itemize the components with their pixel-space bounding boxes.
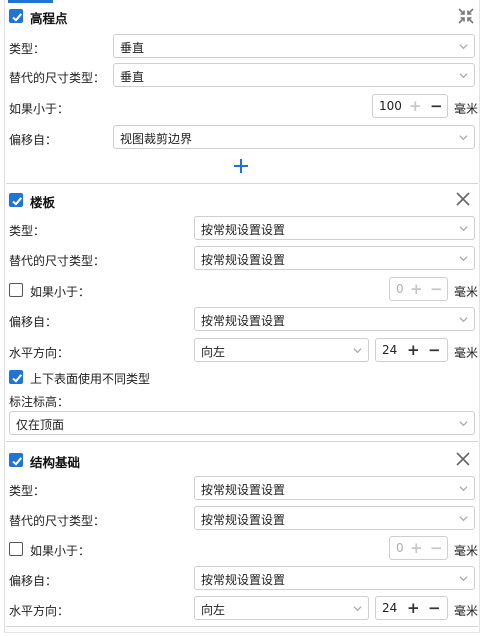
annotate-elevation-label: 标注标高： xyxy=(9,395,70,409)
type-label: 类型： xyxy=(9,42,46,56)
if-less-than-value[interactable]: 0 xyxy=(396,541,404,555)
section-foundation-checkbox[interactable] xyxy=(9,453,23,467)
alt-dimension-type-select[interactable]: 垂直 xyxy=(113,63,475,87)
offset-from-value: 视图裁剪边界 xyxy=(120,132,193,146)
unit-label: 毫米 xyxy=(454,102,479,116)
offset-from-label: 偏移自： xyxy=(9,133,58,147)
chevron-down-icon xyxy=(459,226,468,232)
type-label: 类型： xyxy=(9,224,46,238)
unit-label: 毫米 xyxy=(454,346,479,360)
section-floor-checkbox[interactable] xyxy=(9,193,23,207)
type-select[interactable]: 按常规设置设置 xyxy=(194,476,475,500)
if-less-than-stepper[interactable]: 100 + − xyxy=(372,94,448,118)
chevron-down-icon xyxy=(459,576,468,582)
if-less-than-checkbox[interactable] xyxy=(9,283,23,297)
different-surface-types-label: 上下表面使用不同类型 xyxy=(30,372,151,386)
offset-from-label: 偏移自： xyxy=(9,315,58,329)
chevron-down-icon xyxy=(459,317,468,323)
chevron-down-icon xyxy=(459,44,468,50)
horizontal-direction-select[interactable]: 向左 xyxy=(194,596,369,620)
chevron-down-icon xyxy=(459,73,468,79)
type-select[interactable]: 按常规设置设置 xyxy=(194,216,475,240)
chevron-down-icon xyxy=(459,421,468,427)
annotate-elevation-select[interactable]: 仅在顶面 xyxy=(9,411,475,435)
horizontal-offset-value[interactable]: 24 xyxy=(382,601,397,615)
horizontal-direction-label: 水平方向： xyxy=(9,346,70,360)
type-label: 类型： xyxy=(9,484,46,498)
if-less-than-stepper[interactable]: 0 + − xyxy=(389,277,448,301)
unit-label: 毫米 xyxy=(454,604,479,618)
decrement-button[interactable]: − xyxy=(430,99,443,114)
offset-from-label: 偏移自： xyxy=(9,574,58,588)
increment-button[interactable]: + xyxy=(409,99,422,114)
decrement-button[interactable]: − xyxy=(430,541,443,556)
type-select-value: 垂直 xyxy=(120,41,145,55)
increment-button[interactable]: + xyxy=(407,601,420,616)
section-elevation-checkbox[interactable] xyxy=(9,9,23,23)
section-divider xyxy=(6,441,478,442)
chevron-down-icon xyxy=(353,348,362,354)
if-less-than-value[interactable]: 100 xyxy=(379,99,402,113)
section-title: 高程点 xyxy=(30,11,68,26)
collapse-arrows-icon[interactable] xyxy=(458,8,474,27)
offset-from-select[interactable]: 视图裁剪边界 xyxy=(113,125,475,149)
offset-from-select[interactable]: 按常规设置设置 xyxy=(194,307,475,331)
horizontal-direction-value: 向左 xyxy=(201,603,226,617)
unit-label: 毫米 xyxy=(454,285,479,299)
alt-dimension-type-value: 按常规设置设置 xyxy=(201,513,286,527)
alt-dimension-type-label: 替代的尺寸类型： xyxy=(9,514,106,528)
chevron-down-icon xyxy=(353,606,362,612)
section-title: 结构基础 xyxy=(30,455,81,470)
section-divider xyxy=(6,183,478,184)
if-less-than-value[interactable]: 0 xyxy=(396,282,404,296)
type-select-value: 按常规设置设置 xyxy=(201,223,286,237)
section-title: 楼板 xyxy=(30,195,56,210)
if-less-than-checkbox[interactable] xyxy=(9,542,23,556)
decrement-button[interactable]: − xyxy=(430,282,443,297)
horizontal-direction-label: 水平方向： xyxy=(9,604,70,618)
close-icon[interactable] xyxy=(456,452,470,469)
if-less-than-stepper[interactable]: 0 + − xyxy=(389,536,448,560)
chevron-down-icon xyxy=(459,256,468,262)
unit-label: 毫米 xyxy=(454,544,479,558)
increment-button[interactable]: + xyxy=(410,541,423,556)
if-less-than-label: 如果小于： xyxy=(30,285,91,299)
increment-button[interactable]: + xyxy=(410,282,423,297)
alt-dimension-type-select[interactable]: 按常规设置设置 xyxy=(194,506,475,530)
decrement-button[interactable]: − xyxy=(428,343,441,358)
type-select-value: 按常规设置设置 xyxy=(201,483,286,497)
chevron-down-icon xyxy=(459,486,468,492)
horizontal-offset-stepper[interactable]: 24 + − xyxy=(375,596,448,620)
offset-from-select[interactable]: 按常规设置设置 xyxy=(194,566,475,590)
alt-dimension-type-value: 垂直 xyxy=(120,70,145,84)
horizontal-offset-stepper[interactable]: 24 + − xyxy=(375,338,448,362)
active-indicator xyxy=(8,0,53,3)
horizontal-offset-value[interactable]: 24 xyxy=(382,343,397,357)
plus-icon[interactable] xyxy=(233,158,249,177)
horizontal-direction-value: 向左 xyxy=(201,345,226,359)
annotate-elevation-value: 仅在顶面 xyxy=(16,418,65,432)
if-less-than-label: 如果小于： xyxy=(30,544,91,558)
if-less-than-label: 如果小于： xyxy=(9,102,70,116)
close-icon[interactable] xyxy=(456,192,470,209)
alt-dimension-type-label: 替代的尺寸类型： xyxy=(9,254,106,268)
horizontal-direction-select[interactable]: 向左 xyxy=(194,338,369,362)
offset-from-value: 按常规设置设置 xyxy=(201,573,286,587)
offset-from-value: 按常规设置设置 xyxy=(201,314,286,328)
increment-button[interactable]: + xyxy=(407,343,420,358)
alt-dimension-type-value: 按常规设置设置 xyxy=(201,253,286,267)
alt-dimension-type-label: 替代的尺寸类型： xyxy=(9,71,106,85)
chevron-down-icon xyxy=(459,516,468,522)
alt-dimension-type-select[interactable]: 按常规设置设置 xyxy=(194,246,475,270)
type-select[interactable]: 垂直 xyxy=(113,34,475,58)
section-divider xyxy=(6,626,478,627)
different-surface-types-checkbox[interactable] xyxy=(9,370,23,384)
decrement-button[interactable]: − xyxy=(428,601,441,616)
chevron-down-icon xyxy=(459,135,468,141)
